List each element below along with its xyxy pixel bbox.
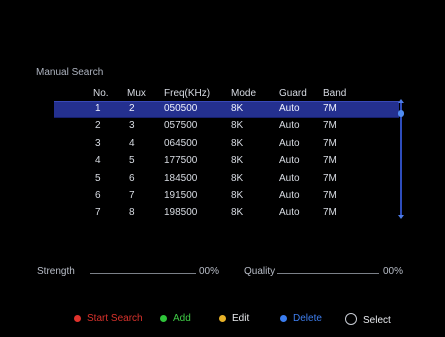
cell-no: 3 [95,137,101,149]
cell-mode: 8K [231,103,244,114]
red-button-icon [74,315,81,322]
cell-band: 7M [323,190,337,201]
cell-mux: 2 [129,103,135,114]
blue-button-icon [280,315,287,322]
cell-mux: 5 [129,155,135,167]
cell-band: 7M [323,155,337,167]
cell-guard: Auto [279,155,300,167]
cell-band: 7M [323,103,337,114]
cell-mode: 8K [231,120,244,132]
column-header-no: No. [93,88,109,99]
cell-guard: Auto [279,172,300,184]
table-row[interactable]: 2 3 057500 8K Auto 7M [54,118,399,135]
cell-guard: Auto [279,103,300,114]
cell-band: 7M [323,172,337,184]
cell-no: 6 [95,190,101,201]
cell-mode: 8K [231,190,244,201]
table-row[interactable]: 1 2 050500 8K Auto 7M [54,101,399,118]
column-header-mux: Mux [127,88,146,99]
column-header-mode: Mode [231,88,257,99]
cell-no: 4 [95,155,101,167]
column-header-guard: Guard [279,88,307,99]
cell-mux: 4 [129,137,135,149]
edit-hint[interactable]: Edit [219,313,249,324]
table-row[interactable]: 7 8 198500 8K Auto 7M [54,205,399,222]
cell-guard: Auto [279,207,300,219]
strength-bar [90,273,196,274]
column-header-freq: Freq(KHz) [164,88,211,99]
cell-no: 5 [95,172,101,184]
cell-mux: 6 [129,172,135,184]
cell-mux: 8 [129,207,135,219]
cell-mux: 3 [129,120,135,132]
cell-band: 7M [323,120,337,132]
start-search-label: Start Search [87,313,143,324]
add-hint[interactable]: Add [160,313,191,324]
quality-value: 00% [383,266,404,277]
delete-label: Delete [293,313,322,324]
cell-mode: 8K [231,137,244,149]
scroll-up-arrow-icon [398,99,404,103]
delete-hint[interactable]: Delete [280,313,322,324]
cell-guard: Auto [279,190,300,201]
cell-no: 7 [95,207,101,219]
cell-band: 7M [323,207,337,219]
strength-value: 00% [199,266,220,277]
select-hint[interactable]: Select [345,313,391,326]
column-header-band: Band [323,88,347,99]
cell-mode: 8K [231,207,244,219]
add-label: Add [173,313,191,324]
cell-no: 1 [95,103,101,114]
start-search-hint[interactable]: Start Search [74,313,143,324]
table-row[interactable]: 6 7 191500 8K Auto 7M [54,188,399,205]
cell-mux: 7 [129,190,135,201]
table-row[interactable]: 5 6 184500 8K Auto 7M [54,171,399,188]
cell-freq: 191500 [164,190,198,201]
scrollbar[interactable] [398,99,404,219]
cell-freq: 064500 [164,137,198,149]
table-row[interactable]: 3 4 064500 8K Auto 7M [54,136,399,153]
cell-freq: 057500 [164,120,198,132]
scroll-thumb[interactable] [398,110,404,117]
ok-button-icon [345,313,357,325]
select-label: Select [363,315,391,326]
cell-freq: 050500 [164,103,198,114]
yellow-button-icon [219,315,226,322]
cell-mode: 8K [231,172,244,184]
cell-band: 7M [323,137,337,149]
cell-guard: Auto [279,120,300,132]
edit-label: Edit [232,313,250,324]
quality-bar [277,273,379,274]
cell-freq: 198500 [164,207,198,219]
green-button-icon [160,315,167,322]
cell-no: 2 [95,120,101,132]
cell-mode: 8K [231,155,244,167]
cell-freq: 177500 [164,155,198,167]
table-row[interactable]: 4 5 177500 8K Auto 7M [54,153,399,170]
cell-guard: Auto [279,137,300,149]
page-title: Manual Search [36,67,104,78]
quality-label: Quality [244,266,276,277]
strength-label: Strength [37,266,75,277]
cell-freq: 184500 [164,172,198,184]
scroll-down-arrow-icon [398,215,404,219]
